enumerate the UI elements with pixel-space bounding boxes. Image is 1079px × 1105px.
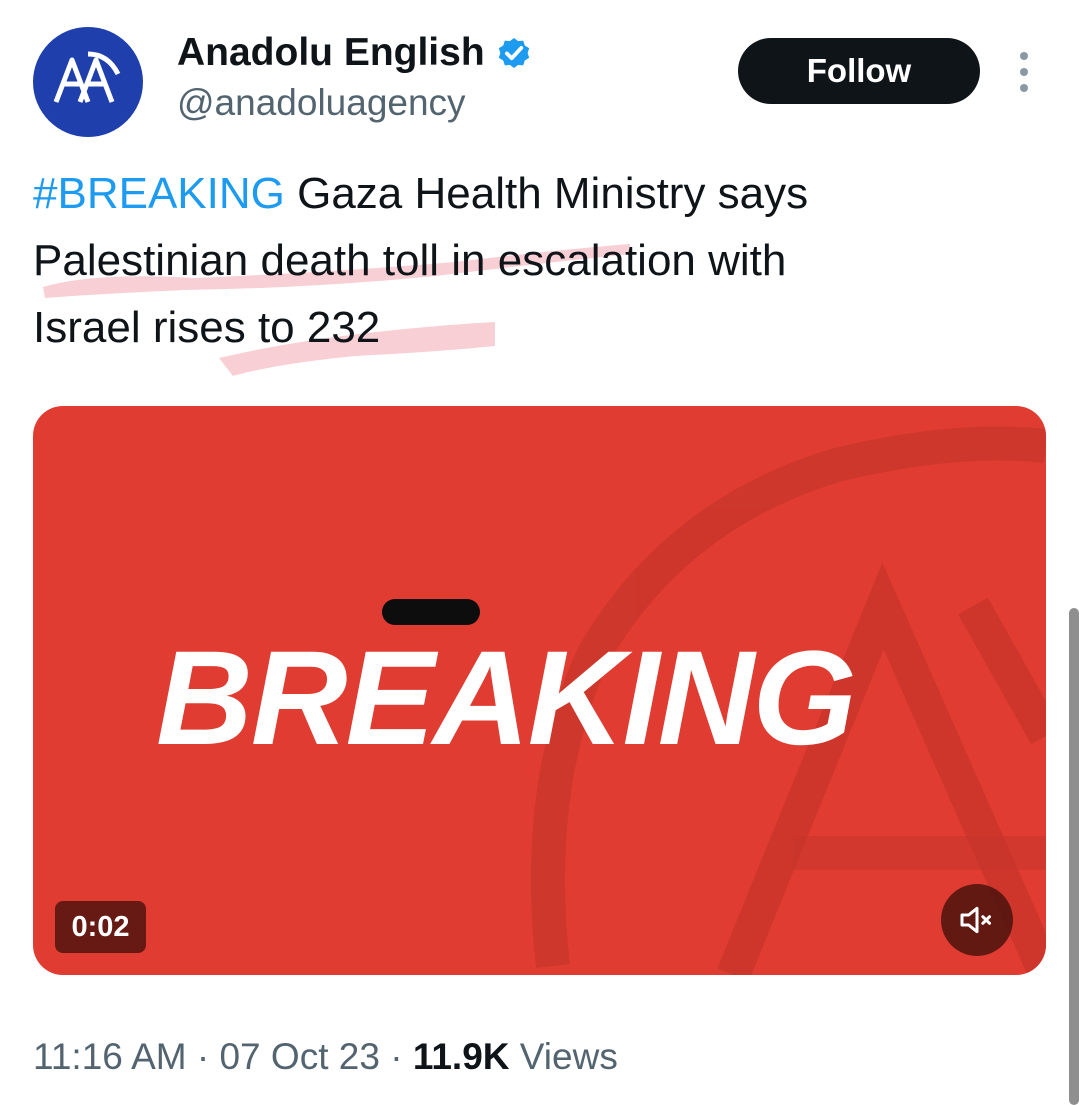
scrollbar[interactable]	[1069, 608, 1079, 1105]
tweet-text-line2: Palestinian death toll in escalation wit…	[33, 236, 787, 285]
author-handle[interactable]: @anadoluagency	[177, 80, 466, 126]
author-name-row: Anadolu English	[177, 30, 533, 76]
tweet-time[interactable]: 11:16 AM	[33, 1036, 187, 1077]
avatar[interactable]	[33, 27, 143, 137]
mute-toggle-button[interactable]	[941, 884, 1013, 956]
speaker-muted-icon	[960, 906, 991, 934]
video-player[interactable]: BREAKING 0:02	[33, 406, 1046, 975]
tweet-meta: 11:16 AM · 07 Oct 23 · 11.9K Views	[33, 1033, 618, 1081]
tweet-text-line1: Gaza Health Ministry says	[284, 169, 809, 218]
follow-button[interactable]: Follow	[738, 38, 980, 104]
tweet-text: #BREAKING Gaza Health Ministry says Pale…	[33, 160, 1043, 361]
breaking-headline: BREAKING	[156, 624, 857, 773]
meta-separator: ·	[196, 1036, 210, 1077]
views-label: Views	[519, 1036, 618, 1077]
tweet-date[interactable]: 07 Oct 23	[219, 1036, 379, 1077]
video-duration-badge: 0:02	[55, 901, 146, 953]
tweet-text-line3: Israel rises to 232	[33, 303, 381, 352]
meta-separator: ·	[390, 1036, 403, 1077]
hashtag-link[interactable]: #BREAKING	[33, 169, 285, 218]
views-count[interactable]: 11.9K	[413, 1036, 510, 1077]
author-display-name[interactable]: Anadolu English	[177, 30, 485, 76]
more-options-icon[interactable]	[1012, 52, 1036, 92]
anadolu-logo-icon	[53, 51, 121, 103]
verified-badge-icon[interactable]	[495, 34, 533, 72]
breaking-accent-bar	[382, 599, 480, 625]
